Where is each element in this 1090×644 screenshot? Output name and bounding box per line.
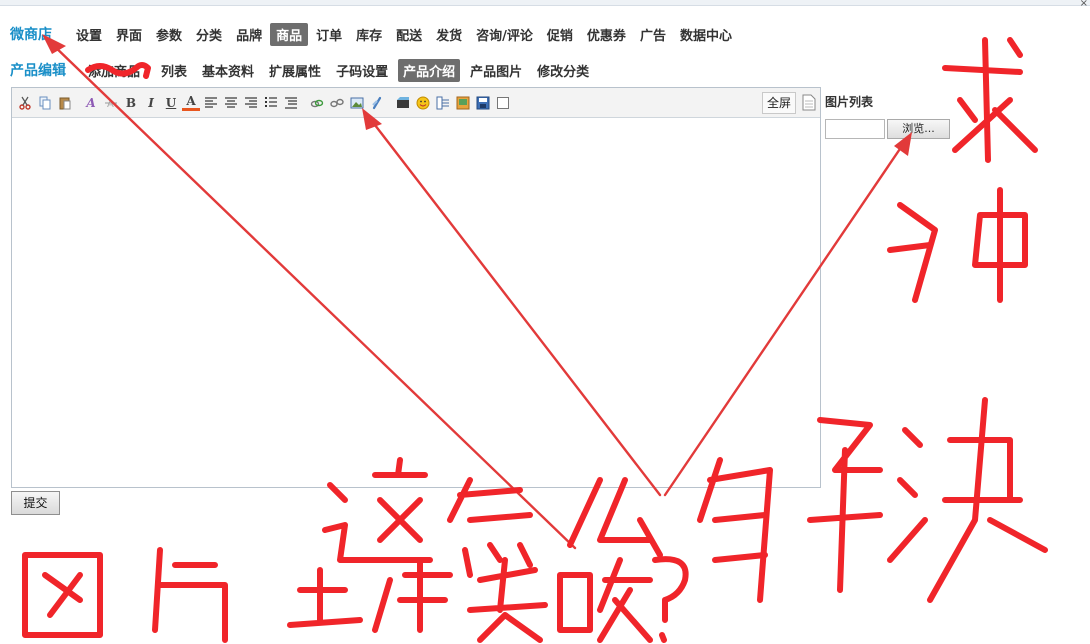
svg-text:A: A (107, 99, 114, 110)
top-navigation: 微商店 设置 界面 参数 分类 品牌 商品 订单 库存 配送 发货 咨询/评论 … (10, 22, 740, 46)
checkbox-icon[interactable] (494, 94, 512, 112)
rich-text-editor: A A B I U A 全屏 (11, 87, 821, 488)
window-top-bar: × (0, 0, 1090, 9)
sub-item-change-category[interactable]: 修改分类 (532, 59, 594, 82)
nav-item-parameters[interactable]: 参数 (150, 23, 188, 46)
nav-item-promotion[interactable]: 促销 (541, 23, 579, 46)
image-icon[interactable] (348, 94, 366, 112)
brand-link[interactable]: 微商店 (10, 24, 52, 44)
nav-item-orders[interactable]: 订单 (310, 23, 348, 46)
sub-item-basic-info[interactable]: 基本资料 (197, 59, 259, 82)
font-icon[interactable]: A (82, 94, 100, 112)
unlink-icon[interactable] (328, 94, 346, 112)
editor-content-area[interactable] (12, 119, 820, 487)
sub-item-list[interactable]: 列表 (156, 59, 192, 82)
emoticon-icon[interactable] (414, 94, 432, 112)
nav-item-coupons[interactable]: 优惠券 (581, 23, 632, 46)
nav-item-interface[interactable]: 界面 (110, 23, 148, 46)
sub-item-obscured[interactable]: 添加商品 (84, 61, 144, 80)
nav-item-brand[interactable]: 品牌 (230, 23, 268, 46)
horizontal-rule-icon[interactable] (434, 94, 452, 112)
nav-item-settings[interactable]: 设置 (70, 23, 108, 46)
align-right-icon[interactable] (242, 94, 260, 112)
sub-item-sku-settings[interactable]: 子码设置 (331, 59, 393, 82)
bold-icon[interactable]: B (122, 94, 140, 112)
sub-item-product-description[interactable]: 产品介绍 (398, 58, 461, 82)
submit-button[interactable]: 提交 (11, 491, 60, 515)
close-icon[interactable]: × (1080, 0, 1088, 9)
sub-navigation: 产品编辑 添加商品 列表 基本资料 扩展属性 子码设置 产品介绍 产品图片 修改… (10, 58, 599, 82)
sub-title: 产品编辑 (10, 63, 66, 79)
italic-icon[interactable]: I (142, 94, 160, 112)
fullscreen-button[interactable]: 全屏 (761, 92, 796, 114)
nav-item-consult-review[interactable]: 咨询/评论 (470, 23, 539, 46)
handwriting-upload-failed (22, 547, 689, 643)
copy-icon[interactable] (36, 94, 54, 112)
align-center-icon[interactable] (222, 94, 240, 112)
nav-item-inventory[interactable]: 库存 (350, 23, 388, 46)
nav-item-delivery[interactable]: 配送 (390, 23, 428, 46)
source-document-icon[interactable] (802, 94, 816, 111)
link-icon[interactable] (308, 94, 326, 112)
editor-toolbar: A A B I U A 全屏 (12, 88, 820, 118)
cut-icon[interactable] (16, 94, 34, 112)
sub-item-product-images[interactable]: 产品图片 (465, 59, 527, 82)
unordered-list-icon[interactable] (282, 94, 300, 112)
nav-item-shipping[interactable]: 发货 (430, 23, 468, 46)
sub-item-extended-attributes[interactable]: 扩展属性 (264, 59, 326, 82)
browse-button[interactable]: 浏览... (887, 119, 950, 139)
nav-item-category[interactable]: 分类 (190, 23, 228, 46)
image-list-title: 图片列表 (825, 95, 874, 109)
strikethrough-icon[interactable]: A (102, 94, 120, 112)
anchor-icon[interactable] (368, 94, 386, 112)
align-left-icon[interactable] (202, 94, 220, 112)
nav-item-data-center[interactable]: 数据中心 (674, 23, 738, 46)
media-icon[interactable] (394, 94, 412, 112)
file-path-input[interactable] (825, 119, 885, 139)
insert-image-icon[interactable] (454, 94, 472, 112)
save-icon[interactable] (474, 94, 492, 112)
font-color-icon[interactable]: A (182, 94, 200, 111)
image-list-panel: 图片列表 浏览... (825, 93, 950, 139)
nav-item-products[interactable]: 商品 (270, 22, 309, 46)
ordered-list-icon[interactable] (262, 94, 280, 112)
underline-icon[interactable]: U (162, 94, 180, 112)
file-upload-row: 浏览... (825, 119, 950, 139)
paste-icon[interactable] (56, 94, 74, 112)
handwriting-qiu-shen (887, 37, 1038, 303)
nav-item-ads[interactable]: 广告 (634, 23, 672, 46)
